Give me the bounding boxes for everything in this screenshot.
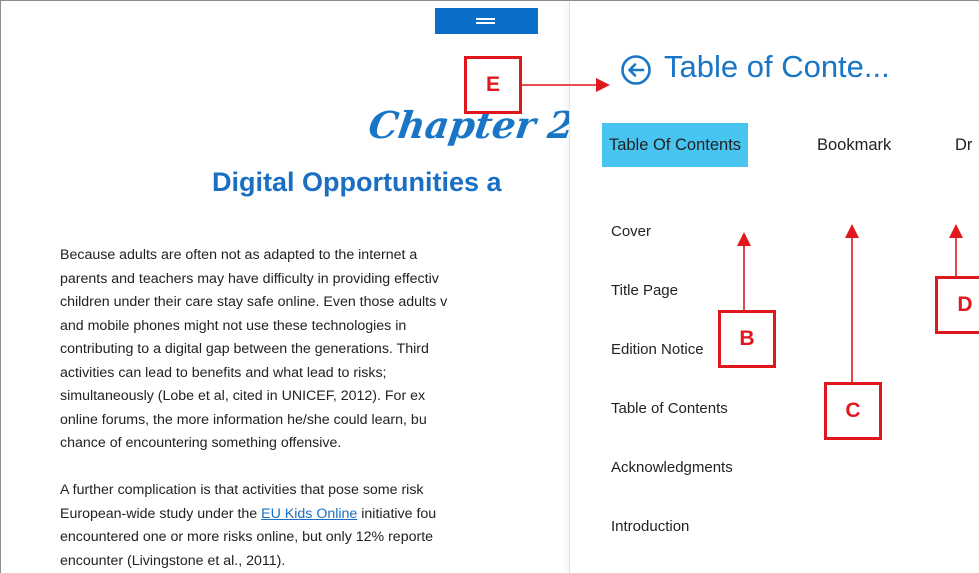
handle-line [476,22,495,24]
paragraph-line: parents and teachers may have difficulty… [60,270,439,287]
paragraph-line: activities can lead to benefits and what… [60,364,387,381]
toc-item-cover[interactable]: Cover [611,223,651,240]
paragraph-line: chance of encountering something offensi… [60,435,342,451]
callout-label: B [718,310,776,368]
callout-label: D [935,276,979,334]
paragraph-text: initiative fou [357,505,437,522]
panel-drag-handle[interactable] [435,8,538,34]
toc-item-title-page[interactable]: Title Page [611,282,678,299]
toc-panel: Table of Conte... Table Of Contents Book… [569,1,979,573]
paragraph-line: European-wide study under the EU Kids On… [60,503,571,527]
paragraph-line: contributing to a digital gap between th… [60,341,429,357]
eu-kids-online-link[interactable]: EU Kids Online [261,506,357,522]
body-paragraph: Because adults are often not as adapted … [60,244,571,456]
paragraph-line: encountered one or more risks online, bu… [60,529,434,545]
chapter-subtitle: Digital Opportunities a [212,167,502,197]
tab-drawing[interactable]: Dr [955,123,972,167]
toc-item-edition-notice[interactable]: Edition Notice [611,341,704,358]
app-window: Chapter 2 Digital Opportunities a Becaus… [0,0,979,573]
toc-item-introduction[interactable]: Introduction [611,518,689,535]
paragraph-line: and mobile phones might not use these te… [60,317,407,334]
handle-line [476,18,495,20]
callout-label: E [464,56,522,114]
panel-title: Table of Conte... [664,49,890,84]
paragraph-line: online forums, the more information he/s… [60,411,427,428]
paragraph-line: A further complication is that activitie… [60,482,424,498]
paragraph-text: European-wide study under the [60,505,262,522]
body-paragraph: A further complication is that activitie… [60,479,571,573]
paragraph-line: encounter (Livingstone et al., 2011). [60,552,286,569]
tab-table-of-contents[interactable]: Table Of Contents [602,123,748,167]
paragraph-line: children under their care stay safe onli… [60,294,448,310]
back-arrow-icon[interactable] [620,54,652,86]
toc-item-table-of-contents[interactable]: Table of Contents [611,400,728,417]
paragraph-line: Because adults are often not as adapted … [60,247,418,263]
paragraph-line: simultaneously (Lobe et al, cited in UNI… [60,388,426,404]
toc-item-acknowledgments[interactable]: Acknowledgments [611,459,733,476]
callout-label: C [824,382,882,440]
tab-bookmark[interactable]: Bookmark [817,123,891,167]
